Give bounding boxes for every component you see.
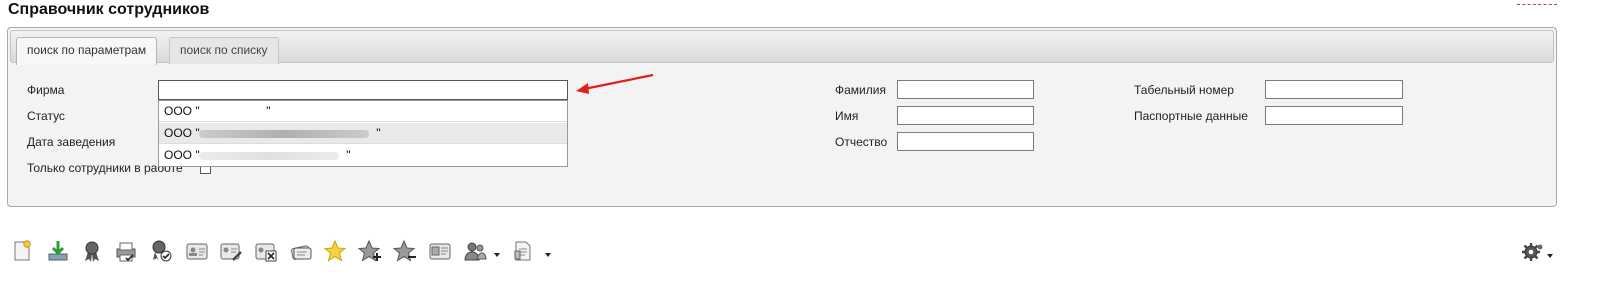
lastname-input[interactable] [897, 80, 1034, 99]
id-card-delete-icon[interactable] [254, 239, 278, 263]
star-icon[interactable] [323, 239, 347, 263]
passport-input[interactable] [1265, 106, 1403, 125]
firm-option-text: ООО " [164, 148, 200, 162]
firm-option[interactable]: ООО " " [159, 101, 567, 122]
award-icon[interactable] [80, 239, 104, 263]
firm-option[interactable]: ООО " " [159, 145, 567, 166]
users-dropdown-caret[interactable] [494, 253, 500, 257]
tabnum-input[interactable] [1265, 80, 1403, 99]
gear-icon[interactable] [1521, 240, 1545, 264]
firm-option-tail: " [266, 104, 271, 118]
firm-option-tail: " [346, 148, 351, 162]
firm-option[interactable]: ООО " " [159, 123, 567, 144]
lastname-label: Фамилия [835, 83, 886, 97]
tab-search-by-params[interactable]: поиск по параметрам [16, 37, 158, 65]
firstname-label: Имя [835, 109, 859, 123]
firm-option-text: ООО " [164, 126, 200, 140]
document-dropdown-caret[interactable] [545, 253, 551, 257]
star-remove-icon[interactable] [392, 239, 417, 263]
date-created-label: Дата заведения [27, 135, 116, 149]
firm-label: Фирма [27, 83, 65, 97]
page-title: Справочник сотрудников [8, 1, 210, 18]
passport-label: Паспортные данные [1134, 109, 1248, 123]
id-card-icon[interactable] [185, 239, 209, 263]
users-icon[interactable] [463, 239, 487, 263]
tabnum-label: Табельный номер [1134, 83, 1234, 97]
redaction [199, 152, 339, 160]
card-stack-icon[interactable] [289, 239, 313, 263]
firm-option-tail: " [376, 126, 381, 140]
star-add-icon[interactable] [357, 239, 382, 263]
print-icon[interactable] [114, 239, 138, 263]
download-icon[interactable] [46, 239, 70, 263]
document-list-icon[interactable] [511, 239, 535, 263]
annotation-arrow-icon [576, 73, 654, 94]
status-label: Статус [27, 109, 65, 123]
patronymic-label: Отчество [835, 135, 888, 149]
id-card-edit-icon[interactable] [219, 239, 243, 263]
firstname-input[interactable] [897, 106, 1034, 125]
new-document-icon[interactable] [10, 239, 34, 263]
tab-bar: поиск по параметрам поиск по списку [10, 30, 1554, 65]
firm-input[interactable] [158, 80, 568, 100]
award-check-icon[interactable] [149, 239, 173, 263]
settings-dropdown-caret[interactable] [1547, 254, 1553, 258]
patronymic-input[interactable] [897, 132, 1034, 151]
id-card-photo-icon[interactable] [428, 239, 452, 263]
firm-dropdown: ООО " " ООО " " ООО " " [158, 100, 568, 167]
tab-search-by-list[interactable]: поиск по списку [169, 37, 279, 64]
corner-decoration [1517, 0, 1557, 5]
redaction [199, 130, 369, 138]
firm-option-text: ООО " [164, 104, 200, 118]
